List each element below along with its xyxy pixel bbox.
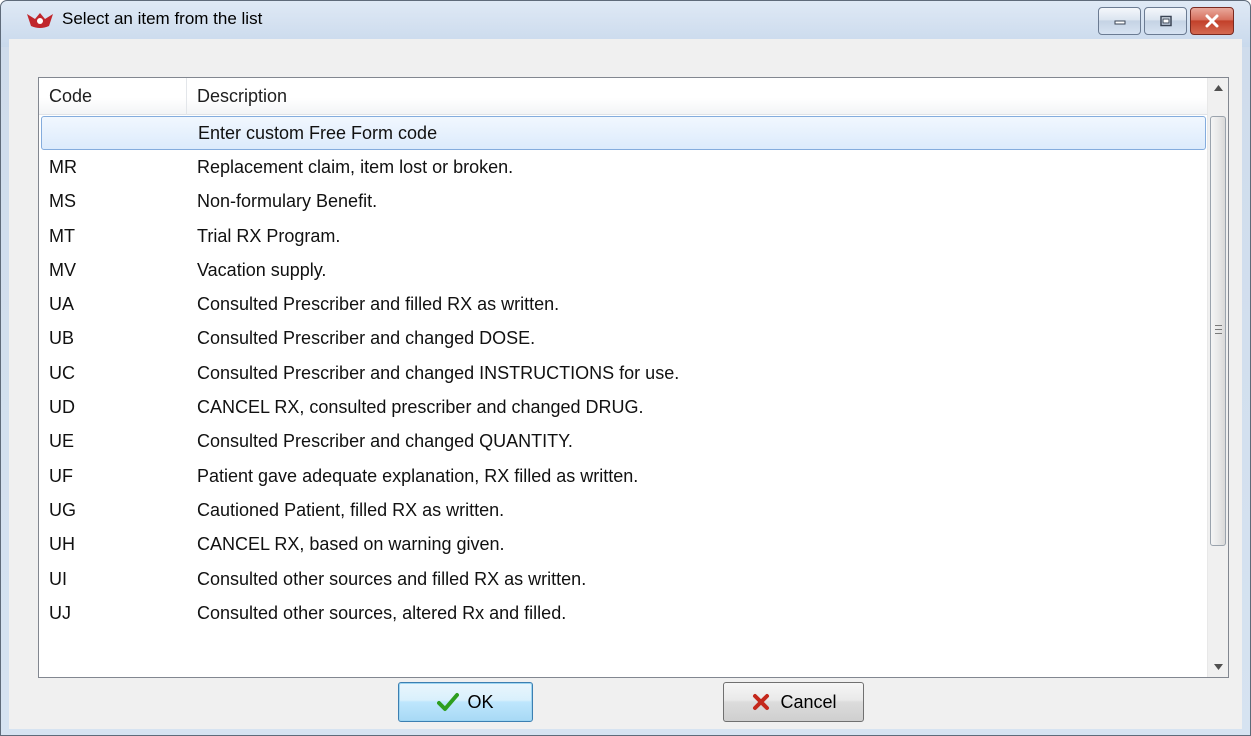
row-description: CANCEL RX, consulted prescriber and chan… bbox=[197, 397, 644, 418]
maximize-icon bbox=[1159, 15, 1172, 27]
dialog-client-area: Code Description Enter custom Free Form … bbox=[9, 39, 1242, 729]
list-rows: Enter custom Free Form code MR Replaceme… bbox=[39, 116, 1208, 630]
row-code: UE bbox=[49, 431, 75, 452]
row-code: UA bbox=[49, 294, 75, 315]
ok-button-label: OK bbox=[467, 691, 494, 712]
chevron-down-icon bbox=[1213, 664, 1223, 670]
minimize-button[interactable] bbox=[1098, 7, 1141, 35]
row-code: MT bbox=[49, 225, 75, 246]
x-icon bbox=[750, 691, 772, 713]
row-code: UI bbox=[49, 568, 67, 589]
column-header-description[interactable]: Description bbox=[187, 78, 1208, 115]
row-description: Consulted Prescriber and filled RX as wr… bbox=[197, 294, 560, 315]
window-title: Select an item from the list bbox=[62, 9, 263, 28]
row-description: Vacation supply. bbox=[197, 259, 327, 280]
minimize-icon bbox=[1114, 20, 1125, 25]
scroll-thumb[interactable] bbox=[1210, 116, 1226, 546]
ok-button[interactable]: OK bbox=[398, 682, 533, 722]
row-description: Consulted other sources and filled RX as… bbox=[197, 568, 587, 589]
grip-icon bbox=[1215, 325, 1222, 334]
row-code: UD bbox=[49, 397, 75, 418]
row-description: Non-formulary Benefit. bbox=[197, 191, 378, 212]
column-header-code[interactable]: Code bbox=[39, 78, 187, 115]
vertical-scrollbar[interactable] bbox=[1207, 78, 1228, 677]
row-description: Patient gave adequate explanation, RX fi… bbox=[197, 465, 639, 486]
window-controls bbox=[1098, 7, 1234, 35]
row-description: Consulted other sources, altered Rx and … bbox=[197, 602, 567, 623]
list-row-ms[interactable]: MS Non-formulary Benefit. bbox=[39, 185, 1208, 219]
row-description: Consulted Prescriber and changed DOSE. bbox=[197, 328, 536, 349]
list-row-mv[interactable]: MV Vacation supply. bbox=[39, 253, 1208, 287]
list-row-ug[interactable]: UG Cautioned Patient, filled RX as writt… bbox=[39, 493, 1208, 527]
list-row-ui[interactable]: UI Consulted other sources and filled RX… bbox=[39, 562, 1208, 596]
app-logo-icon bbox=[27, 13, 53, 28]
row-code: UB bbox=[49, 328, 75, 349]
list-row-uj[interactable]: UJ Consulted other sources, altered Rx a… bbox=[39, 596, 1208, 630]
close-button[interactable] bbox=[1190, 7, 1234, 35]
row-description: Replacement claim, item lost or broken. bbox=[197, 156, 514, 177]
title-bar[interactable]: Select an item from the list bbox=[1, 1, 1250, 39]
list-row-uf[interactable]: UF Patient gave adequate explanation, RX… bbox=[39, 459, 1208, 493]
list-row-ue[interactable]: UE Consulted Prescriber and changed QUAN… bbox=[39, 425, 1208, 459]
row-code: UJ bbox=[49, 602, 71, 623]
item-list[interactable]: Code Description Enter custom Free Form … bbox=[38, 77, 1229, 678]
row-description: Consulted Prescriber and changed QUANTIT… bbox=[197, 431, 573, 452]
row-description: Consulted Prescriber and changed INSTRUC… bbox=[197, 362, 680, 383]
list-row-uh[interactable]: UH CANCEL RX, based on warning given. bbox=[39, 528, 1208, 562]
row-code: MR bbox=[49, 156, 77, 177]
list-header: Code Description bbox=[39, 78, 1208, 115]
checkmark-icon bbox=[437, 691, 460, 713]
cancel-button-label: Cancel bbox=[780, 691, 837, 712]
row-code: UG bbox=[49, 499, 76, 520]
list-row-ud[interactable]: UD CANCEL RX, consulted prescriber and c… bbox=[39, 390, 1208, 424]
dialog-window: Select an item from the list Code Descri… bbox=[0, 0, 1251, 736]
chevron-up-icon bbox=[1213, 85, 1223, 91]
row-code: MV bbox=[49, 259, 76, 280]
list-row-uc[interactable]: UC Consulted Prescriber and changed INST… bbox=[39, 356, 1208, 390]
list-row-mr[interactable]: MR Replacement claim, item lost or broke… bbox=[39, 150, 1208, 184]
maximize-button[interactable] bbox=[1144, 7, 1187, 35]
row-code: MS bbox=[49, 191, 76, 212]
cancel-button[interactable]: Cancel bbox=[723, 682, 864, 722]
list-row-ua[interactable]: UA Consulted Prescriber and filled RX as… bbox=[39, 287, 1208, 321]
list-row-ub[interactable]: UB Consulted Prescriber and changed DOSE… bbox=[39, 322, 1208, 356]
list-row-mt[interactable]: MT Trial RX Program. bbox=[39, 219, 1208, 253]
row-description: Enter custom Free Form code bbox=[198, 122, 438, 143]
close-icon bbox=[1205, 14, 1219, 28]
row-description: Trial RX Program. bbox=[197, 225, 341, 246]
scroll-down-button[interactable] bbox=[1208, 657, 1228, 677]
row-description: Cautioned Patient, filled RX as written. bbox=[197, 499, 505, 520]
row-code: UH bbox=[49, 534, 75, 555]
row-code: UF bbox=[49, 465, 73, 486]
row-code: UC bbox=[49, 362, 75, 383]
row-description: CANCEL RX, based on warning given. bbox=[197, 534, 505, 555]
scroll-up-button[interactable] bbox=[1208, 78, 1228, 98]
list-row-custom[interactable]: Enter custom Free Form code bbox=[41, 116, 1206, 151]
